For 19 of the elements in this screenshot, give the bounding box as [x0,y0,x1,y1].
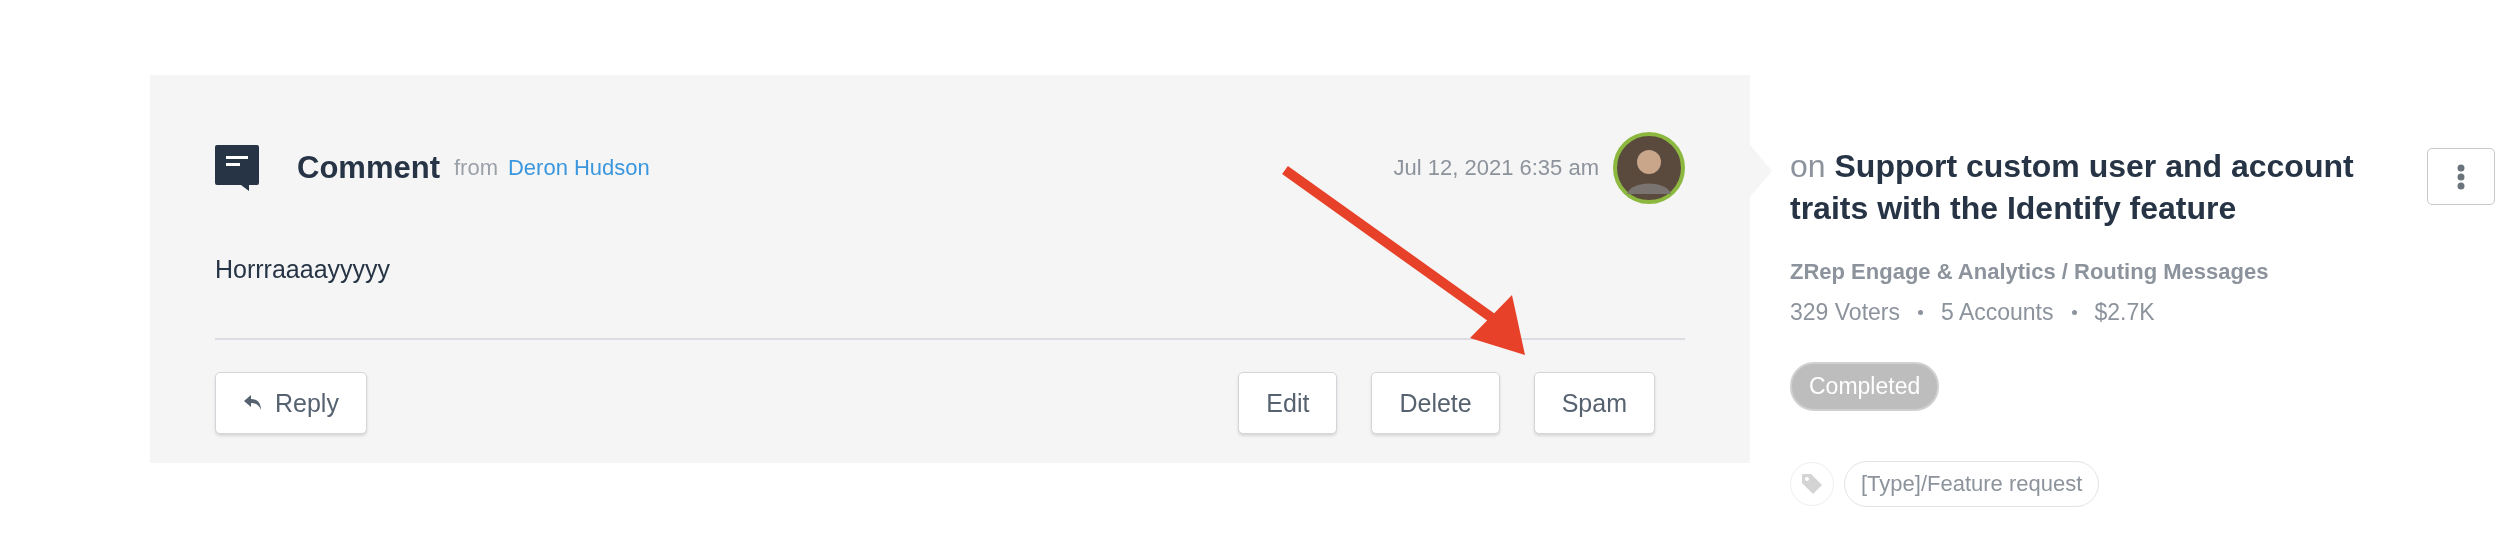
avatar [1613,132,1685,204]
stat-text: 329 Voters [1790,299,1900,326]
idea-title: on Support custom user and account traits with the Identify feature [1790,147,2355,228]
action-button[interactable]: Delete [1371,372,1500,434]
tag-icon [1801,473,1823,495]
stat-text: $2.7K [2094,299,2155,326]
more-icon [2457,163,2465,190]
status-badge: Completed [1790,362,1940,411]
reply-button[interactable]: Reply [215,372,367,434]
action-button[interactable]: Edit [1238,372,1338,434]
stat-text: 5 Accounts [1940,299,2054,326]
comment-icon [215,145,259,191]
from-label: from [453,155,498,181]
breadcrumb: ZRep Engage & Analytics / Routing Messages [1790,259,2270,285]
comment-body: Horrraaaayyyyy [215,255,392,284]
action-button[interactable]: Spam [1533,372,1655,434]
more-button[interactable] [2427,148,2495,205]
timestamp: Jul 12, 2021 6:35 am [1393,155,1599,181]
comment-type: Comment [297,150,440,186]
